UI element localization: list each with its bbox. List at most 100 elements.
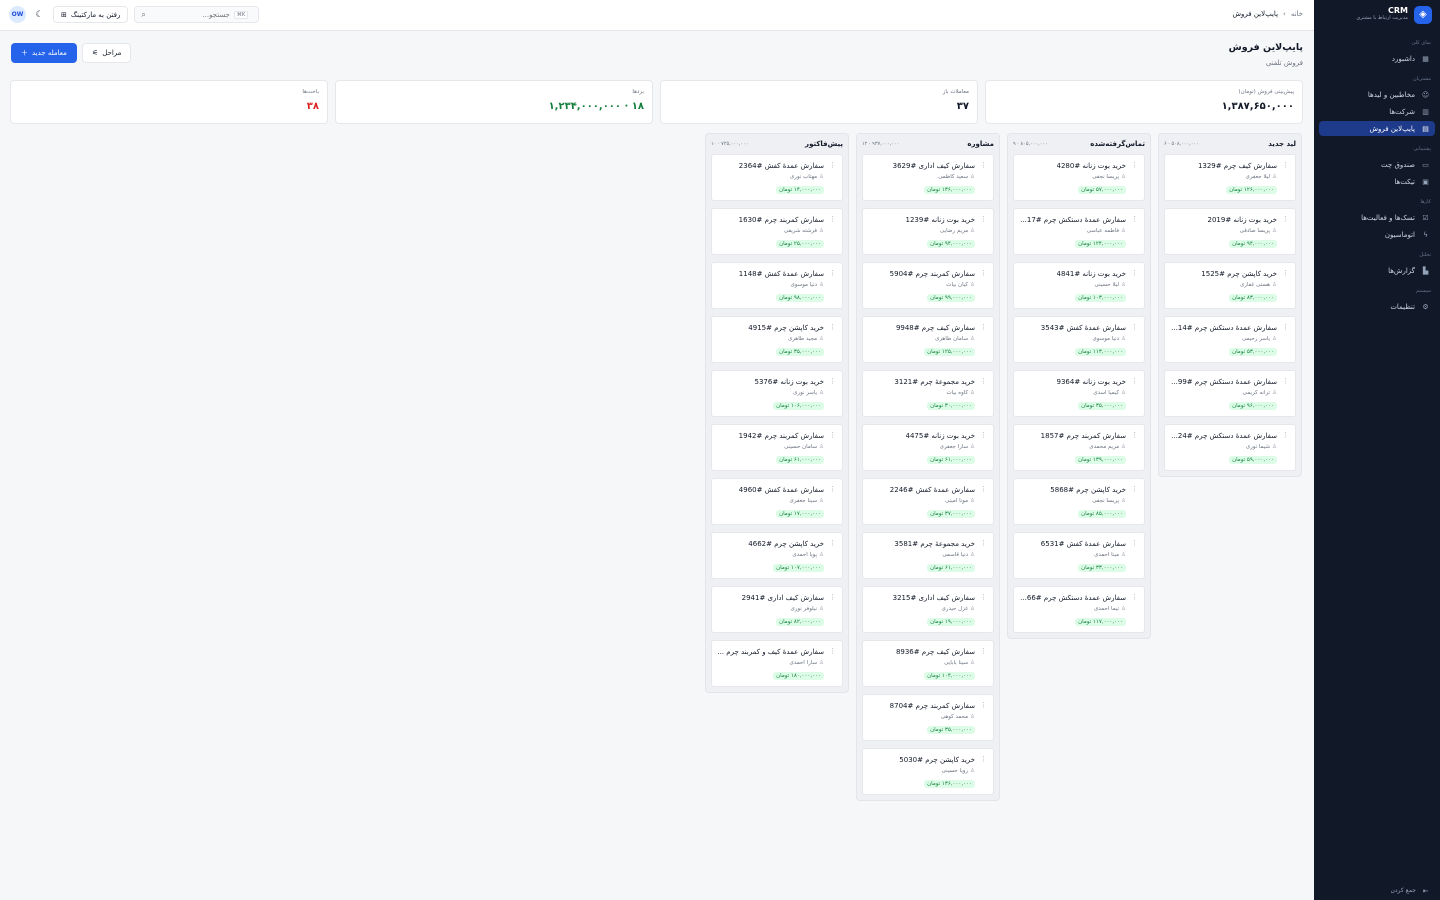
deal-card[interactable]: ⋮ خرید بوت زنانه #4841 ♙ لیلا حسینی ۱۰۳,۰۰۰,… <box>1013 262 1145 309</box>
deal-card[interactable]: ⋮ سفارش عمدهٔ کفش #2364 ♙ مهتاب نوری ۱۴,۰۰۰,… <box>711 154 843 201</box>
person-icon: ♙ <box>1272 228 1277 234</box>
drag-handle-icon[interactable]: ⋮ <box>980 270 987 277</box>
deal-card[interactable]: ⋮ سفارش عمدهٔ دستکش چرم #17... ♙ فاطمه عباس… <box>1013 208 1145 255</box>
breadcrumb-home[interactable]: خانه <box>1291 10 1303 18</box>
deal-card[interactable]: ⋮ خرید بوت زنانه #9364 ♙ کیمیا اسدی ۳۵,۰۰۰,۰… <box>1013 370 1145 417</box>
deal-card[interactable]: ⋮ خرید مجموعهٔ چرم #3121 ♙ کاوه بیات ۳۰,۰۰۰,… <box>862 370 994 417</box>
deal-card[interactable]: ⋮ خرید کاپشن چرم #5868 ♙ پریسا نجفی ۸۵,۰۰۰,۰… <box>1013 478 1145 525</box>
deal-card[interactable]: ⋮ سفارش کمربند چرم #5904 ♙ کیان بیات ۹۹,۰۰۰,… <box>862 262 994 309</box>
apps-grid-icon: ⊞ <box>61 10 67 19</box>
user-avatar[interactable]: OW <box>9 6 26 23</box>
deal-card[interactable]: ⋮ سفارش عمدهٔ کیف و کمربند چرم ... ♙ سارا ا… <box>711 640 843 687</box>
deal-card[interactable]: ⋮ خرید کاپشن چرم #5030 ♙ رویا حسینی ۱۳۶,۰۰۰,… <box>862 748 994 795</box>
drag-handle-icon[interactable]: ⋮ <box>980 162 987 169</box>
sidebar-item[interactable]: ☑ تسک‌ها و فعالیت‌ها <box>1319 210 1435 225</box>
stages-button[interactable]: ⚟ مراحل <box>81 43 132 63</box>
drag-handle-icon[interactable]: ⋮ <box>980 648 987 655</box>
brand[interactable]: ◈ CRM مدیریت ارتباط با مشتری <box>1314 0 1440 32</box>
sidebar-item[interactable]: ▦ داشبورد <box>1319 51 1435 66</box>
drag-handle-icon[interactable]: ⋮ <box>829 378 836 385</box>
sidebar-item[interactable]: ▣ تیکت‌ها <box>1319 174 1435 189</box>
drag-handle-icon[interactable]: ⋮ <box>980 594 987 601</box>
deal-card[interactable]: ⋮ خرید بوت زنانه #5376 ♙ یاسر نوری ۱۰۶,۰۰۰,۰… <box>711 370 843 417</box>
drag-handle-icon[interactable]: ⋮ <box>829 270 836 277</box>
deal-amount-badge: ۸۲,۰۰۰,۰۰۰ تومان <box>776 618 824 626</box>
deal-card[interactable]: ⋮ سفارش کیف چرم #9948 ♙ سامان طاهری ۱۲۵,۰۰۰,… <box>862 316 994 363</box>
drag-handle-icon[interactable]: ⋮ <box>980 216 987 223</box>
deal-card[interactable]: ⋮ سفارش کمربند چرم #8704 ♙ محمد کوهی ۳۵,۰۰۰,… <box>862 694 994 741</box>
search-input[interactable] <box>149 10 230 19</box>
deal-card[interactable]: ⋮ خرید بوت زنانه #4475 ♙ سارا جعفری ۶۱,۰۰۰,۰… <box>862 424 994 471</box>
sidebar-item[interactable]: ▤ پایپ‌لاین فروش <box>1319 121 1435 136</box>
deal-card[interactable]: ⋮ سفارش کیف چرم #8936 ♙ سینا بابایی ۱۰۴,۰۰۰,… <box>862 640 994 687</box>
deal-card[interactable]: ⋮ سفارش عمدهٔ کفش #4960 ♙ سینا جعفری ۱۷,۰۰۰,… <box>711 478 843 525</box>
deal-card[interactable]: ⋮ سفارش عمدهٔ دستکش چرم #99... ♙ ترانه کریم… <box>1164 370 1296 417</box>
deal-card[interactable]: ⋮ سفارش کمربند چرم #1630 ♙ فرشته شریفی ۲۵,۰۰… <box>711 208 843 255</box>
drag-handle-icon[interactable]: ⋮ <box>829 324 836 331</box>
sidebar-item[interactable]: ☺ مخاطبین و لیدها <box>1319 87 1435 102</box>
deal-card[interactable]: ⋮ سفارش عمدهٔ کفش #6531 ♙ مینا احمدی ۳۳,۰۰۰,… <box>1013 532 1145 579</box>
drag-handle-icon[interactable]: ⋮ <box>829 432 836 439</box>
drag-handle-icon[interactable]: ⋮ <box>1131 486 1138 493</box>
sidebar-item[interactable]: ▙ گزارش‌ها <box>1319 263 1435 278</box>
go-to-marketing-button[interactable]: ⊞ رفتن به مارکتینگ <box>53 6 129 23</box>
deal-card[interactable]: ⋮ سفارش عمدهٔ دستکش چرم #24... ♙ شیما نوری ۵… <box>1164 424 1296 471</box>
drag-handle-icon[interactable]: ⋮ <box>1131 162 1138 169</box>
deal-card[interactable]: ⋮ سفارش کیف اداری #2941 ♙ نیلوفر نوری ۸۲,۰۰۰… <box>711 586 843 633</box>
search-box[interactable]: ⌕ ⌘K <box>134 6 260 23</box>
drag-handle-icon[interactable]: ⋮ <box>1282 432 1289 439</box>
drag-handle-icon[interactable]: ⋮ <box>829 216 836 223</box>
deal-card[interactable]: ⋮ خرید مجموعهٔ چرم #3581 ♙ دنیا قاسمی ۶۱,۰۰۰… <box>862 532 994 579</box>
sidebar-item[interactable]: ⚙ تنظیمات <box>1319 299 1435 314</box>
drag-handle-icon[interactable]: ⋮ <box>980 702 987 709</box>
drag-handle-icon[interactable]: ⋮ <box>1282 270 1289 277</box>
deal-card[interactable]: ⋮ خرید بوت زنانه #2019 ♙ پریسا صادقی ۹۴,۰۰۰,… <box>1164 208 1296 255</box>
deal-card[interactable]: ⋮ خرید کاپشن چرم #4915 ♙ مجید طاهری ۳۵,۰۰۰,۰… <box>711 316 843 363</box>
drag-handle-icon[interactable]: ⋮ <box>980 324 987 331</box>
deal-amount-badge: ۱۰۶,۰۰۰,۰۰۰ تومان <box>773 402 824 410</box>
deal-card[interactable]: ⋮ سفارش عمدهٔ کفش #1148 ♙ دنیا موسوی ۹۸,۰۰۰,… <box>711 262 843 309</box>
collapse-sidebar-button[interactable]: ⇤ جمع کردن <box>1390 886 1430 895</box>
drag-handle-icon[interactable]: ⋮ <box>1282 324 1289 331</box>
drag-handle-icon[interactable]: ⋮ <box>980 378 987 385</box>
deal-card[interactable]: ⋮ سفارش عمدهٔ کفش #2246 ♙ مونا امینی ۳۷,۰۰۰,… <box>862 478 994 525</box>
drag-handle-icon[interactable]: ⋮ <box>980 432 987 439</box>
deal-card[interactable]: ⋮ خرید بوت زنانه #1239 ♙ مریم رضایی ۹۴,۰۰۰,۰… <box>862 208 994 255</box>
drag-handle-icon[interactable]: ⋮ <box>1131 432 1138 439</box>
new-deal-button[interactable]: ＋ معامله جدید <box>11 43 77 63</box>
deal-card[interactable]: ⋮ سفارش عمدهٔ دستکش چرم #14... ♙ یاسر رحیمی… <box>1164 316 1296 363</box>
deal-card[interactable]: ⋮ سفارش کیف اداری #3215 ♙ غزل حیدری ۱۹,۰۰۰,۰… <box>862 586 994 633</box>
drag-handle-icon[interactable]: ⋮ <box>1131 378 1138 385</box>
drag-handle-icon[interactable]: ⋮ <box>1282 162 1289 169</box>
deal-card[interactable]: ⋮ خرید کاپشن چرم #1525 ♙ هستی غفاری ۸۳,۰۰۰,۰… <box>1164 262 1296 309</box>
drag-handle-icon[interactable]: ⋮ <box>1131 540 1138 547</box>
drag-handle-icon[interactable]: ⋮ <box>829 648 836 655</box>
drag-handle-icon[interactable]: ⋮ <box>829 540 836 547</box>
sidebar-item[interactable]: ϟ اتوماسیون <box>1319 227 1435 242</box>
deal-card[interactable]: ⋮ سفارش عمدهٔ کفش #3543 ♙ دنیا موسوی ۱۱۳,۰۰۰… <box>1013 316 1145 363</box>
drag-handle-icon[interactable]: ⋮ <box>829 486 836 493</box>
person-icon: ♙ <box>819 336 824 342</box>
deal-card[interactable]: ⋮ سفارش عمدهٔ دستکش چرم #66... ♙ نیما احمدی… <box>1013 586 1145 633</box>
deal-card[interactable]: ⋮ سفارش کمربند چرم #1857 ♙ مریم محمدی ۱۳۹,۰۰… <box>1013 424 1145 471</box>
drag-handle-icon[interactable]: ⋮ <box>1131 216 1138 223</box>
sidebar-item[interactable]: ▥ شرکت‌ها <box>1319 104 1435 119</box>
deal-card[interactable]: ⋮ سفارش کمربند چرم #1942 ♙ سامان حسینی ۶۱,۰۰… <box>711 424 843 471</box>
drag-handle-icon[interactable]: ⋮ <box>1131 270 1138 277</box>
sidebar-item[interactable]: ▭ صندوق چت <box>1319 157 1435 172</box>
drag-handle-icon[interactable]: ⋮ <box>829 162 836 169</box>
drag-handle-icon[interactable]: ⋮ <box>1282 216 1289 223</box>
drag-handle-icon[interactable]: ⋮ <box>980 540 987 547</box>
theme-toggle-moon-icon[interactable]: ☾ <box>32 7 47 22</box>
drag-handle-icon[interactable]: ⋮ <box>1282 378 1289 385</box>
drag-handle-icon[interactable]: ⋮ <box>1131 324 1138 331</box>
deal-title: سفارش عمدهٔ کفش #2364 <box>738 162 824 170</box>
drag-handle-icon[interactable]: ⋮ <box>980 486 987 493</box>
deal-card[interactable]: ⋮ سفارش کیف اداری #3629 ♙ سعید کاظمی ۱۳۶,۰۰۰… <box>862 154 994 201</box>
drag-handle-icon[interactable]: ⋮ <box>829 594 836 601</box>
drag-handle-icon[interactable]: ⋮ <box>1131 594 1138 601</box>
deal-card[interactable]: ⋮ سفارش کیف چرم #1329 ♙ لیلا جعفری ۱۲۶,۰۰۰,۰… <box>1164 154 1296 201</box>
drag-handle-icon[interactable]: ⋮ <box>980 756 987 763</box>
deal-card[interactable]: ⋮ خرید کاپشن چرم #4662 ♙ پویا احمدی ۱۰۷,۰۰۰,… <box>711 532 843 579</box>
deal-card[interactable]: ⋮ خرید بوت زنانه #4280 ♙ پریسا نجفی ۵۷,۰۰۰,۰… <box>1013 154 1145 201</box>
